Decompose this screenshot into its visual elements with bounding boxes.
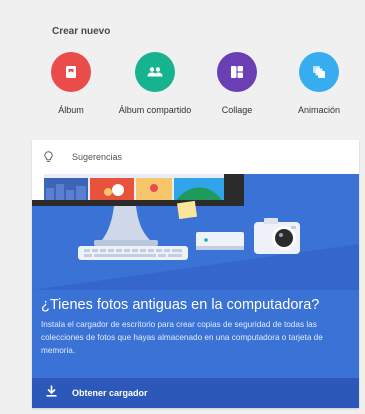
create-new-title: Crear nuevo	[52, 26, 111, 37]
create-new-section: Crear nuevo Álbum Álbum compartido Colla…	[0, 0, 365, 130]
create-collage-button[interactable]: Collage	[192, 52, 282, 122]
suggestion-card-header: Sugerencias	[32, 140, 359, 174]
collage-icon	[217, 52, 257, 92]
suggestion-description: Instala el cargador de escritorio para c…	[41, 320, 323, 355]
create-animation-button[interactable]: Animación	[274, 52, 364, 122]
get-uploader-button[interactable]: Obtener cargador	[32, 378, 359, 408]
download-icon	[46, 384, 57, 402]
create-album-button[interactable]: Álbum	[26, 52, 116, 122]
suggestions-label: Sugerencias	[72, 152, 123, 162]
album-icon	[51, 52, 91, 92]
desktop-uploader-illustration	[32, 174, 359, 290]
create-shared-album-button[interactable]: Álbum compartido	[110, 52, 200, 122]
create-album-label: Álbum	[58, 105, 84, 115]
lightbulb-icon	[44, 150, 53, 168]
animation-icon	[299, 52, 339, 92]
suggestion-headline: ¿Tienes fotos antiguas en la computadora…	[41, 297, 320, 313]
create-collage-label: Collage	[221, 105, 253, 115]
create-animation-label: Animación	[297, 105, 341, 115]
shared-album-icon	[135, 52, 175, 92]
suggestion-card: Sugerencias ¿Tienes fotos antiguas en la…	[32, 140, 359, 408]
create-shared-album-label: Álbum compartido	[118, 105, 192, 115]
get-uploader-label: Obtener cargador	[72, 388, 148, 398]
suggestion-body: ¿Tienes fotos antiguas en la computadora…	[32, 290, 359, 378]
